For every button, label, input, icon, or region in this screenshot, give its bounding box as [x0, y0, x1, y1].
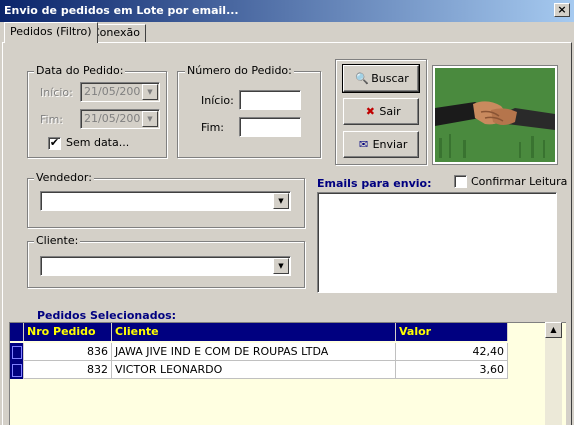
grid-vertical-scrollbar[interactable]: ▲ [545, 322, 562, 425]
numero-fim-input[interactable] [239, 117, 301, 137]
sair-button[interactable]: ✖ Sair [343, 98, 419, 125]
vendedor-select[interactable] [40, 191, 291, 211]
grid-header: Nro Pedido Cliente Valor [10, 323, 508, 341]
numero-fim-label: Fim: [201, 121, 225, 134]
buscar-button[interactable]: 🔍 Buscar [342, 64, 420, 93]
data-fim-label: Fim: [40, 113, 64, 126]
window-title: Envio de pedidos em Lote por email... [4, 4, 239, 17]
header-cliente[interactable]: Cliente [112, 323, 396, 341]
numero-pedido-label: Número do Pedido: [185, 64, 294, 77]
header-indicator [10, 323, 24, 341]
sem-data-label: Sem data... [66, 136, 130, 149]
cliente-label: Cliente: [34, 234, 81, 247]
data-inicio-label: Início: [40, 86, 73, 99]
envelope-icon: ✉ [359, 138, 369, 151]
cell-valor: 3,60 [396, 361, 508, 379]
tab-conexao-label: Conexão [92, 26, 140, 39]
data-fim-value: 21/05/200 [84, 112, 141, 125]
enviar-label: Enviar [372, 138, 408, 151]
cell-nro-pedido: 836 [24, 343, 112, 361]
sair-label: Sair [379, 105, 401, 118]
pedidos-selecionados-title: Pedidos Selecionados: [37, 309, 177, 322]
confirmar-leitura-checkbox[interactable] [454, 175, 467, 188]
vendedor-label: Vendedor: [34, 171, 94, 184]
cliente-dropdown-icon[interactable]: ▼ [273, 258, 289, 274]
checkmark-icon: ✔ [49, 136, 60, 149]
scroll-up-icon[interactable]: ▲ [545, 322, 562, 338]
confirmar-leitura-label: Confirmar Leitura [471, 175, 568, 188]
cell-cliente: JAWA JIVE IND E COM DE ROUPAS LTDA [112, 343, 396, 361]
window-titlebar: Envio de pedidos em Lote por email... [0, 0, 574, 22]
handshake-icon [435, 68, 555, 162]
cliente-select[interactable] [40, 256, 291, 276]
emails-label: Emails para envio: [317, 177, 432, 190]
header-nro-pedido[interactable]: Nro Pedido [24, 323, 112, 341]
tab-pedidos-filtro[interactable]: Pedidos (Filtro) [4, 22, 98, 43]
magnifier-icon: 🔍 [355, 72, 370, 85]
tab-pedidos-filtro-label: Pedidos (Filtro) [10, 25, 92, 38]
enviar-button[interactable]: ✉ Enviar [343, 131, 419, 158]
pedidos-grid[interactable]: Nro Pedido Cliente Valor 836 JAWA JIVE I… [9, 322, 566, 425]
handshake-image [433, 66, 557, 164]
row-indicator [10, 343, 24, 361]
numero-pedido-group [177, 71, 321, 158]
emails-textarea[interactable] [317, 192, 557, 293]
table-row[interactable]: 832 VICTOR LEONARDO 3,60 [10, 361, 508, 379]
data-inicio-value: 21/05/200 [84, 85, 141, 98]
table-row[interactable]: 836 JAWA JIVE IND E COM DE ROUPAS LTDA 4… [10, 343, 508, 361]
buscar-label: Buscar [371, 72, 409, 85]
close-button[interactable]: × [554, 3, 570, 17]
cell-valor: 42,40 [396, 343, 508, 361]
row-indicator [10, 361, 24, 379]
data-pedido-label: Data do Pedido: [34, 64, 126, 77]
header-valor[interactable]: Valor [396, 323, 508, 341]
numero-inicio-input[interactable] [239, 90, 301, 110]
red-x-icon: ✖ [365, 105, 375, 118]
numero-inicio-label: Início: [201, 94, 234, 107]
cell-nro-pedido: 832 [24, 361, 112, 379]
cell-cliente: VICTOR LEONARDO [112, 361, 396, 379]
data-inicio-dropdown-icon[interactable]: ▼ [142, 84, 158, 100]
vendedor-dropdown-icon[interactable]: ▼ [273, 193, 289, 209]
sem-data-checkbox[interactable]: ✔ [48, 137, 61, 150]
data-fim-dropdown-icon[interactable]: ▼ [142, 111, 158, 127]
